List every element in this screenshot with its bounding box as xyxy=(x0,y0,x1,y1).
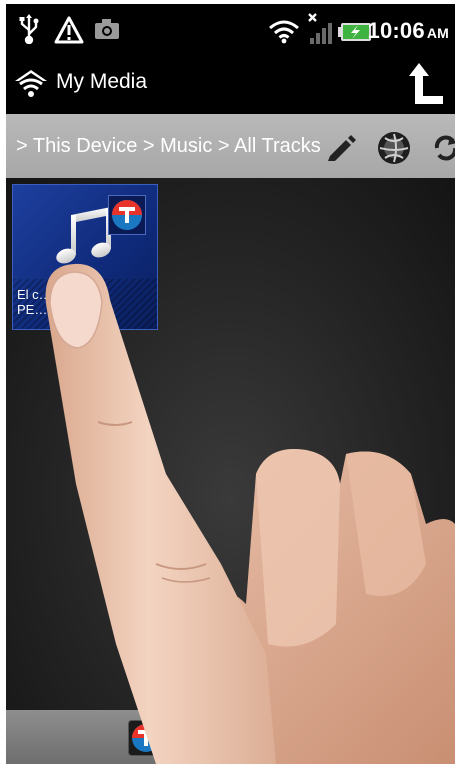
signal-icon xyxy=(308,13,332,44)
usb-icon xyxy=(19,14,39,44)
breadcrumb-bar: > This Device > Music > All Tracks xyxy=(6,114,455,178)
action-bar: My Media xyxy=(6,56,455,112)
bottom-bar xyxy=(6,710,455,764)
up-arrow-icon[interactable] xyxy=(409,62,445,106)
wifi-home-icon[interactable] xyxy=(14,68,48,100)
clock-time: 10:06 xyxy=(367,18,425,43)
clock-ampm: AM xyxy=(426,25,449,41)
track-caption: El c…sa - PE… xyxy=(17,287,155,317)
clock: 10:06 AM xyxy=(368,18,449,44)
breadcrumb[interactable]: > This Device > Music > All Tracks xyxy=(16,135,321,158)
track-title: El c…sa - xyxy=(17,287,74,302)
wifi-icon xyxy=(269,20,299,44)
warning-icon xyxy=(54,16,84,44)
media-grid: El c…sa - PE… xyxy=(6,178,455,710)
camera-icon xyxy=(95,19,119,39)
bottom-badge-icon[interactable] xyxy=(128,720,164,756)
globe-icon[interactable] xyxy=(376,130,412,166)
status-bar: 10:06 AM xyxy=(6,4,455,56)
track-tile[interactable]: El c…sa - PE… xyxy=(12,184,158,330)
tile-badge-icon xyxy=(108,195,146,235)
track-subtitle: PE… xyxy=(17,302,48,317)
edit-icon[interactable] xyxy=(324,132,356,162)
phone-screen: 10:06 AM My Media > This Device > Music >… xyxy=(6,4,455,764)
refresh-icon[interactable] xyxy=(432,134,455,162)
app-title: My Media xyxy=(56,70,148,93)
